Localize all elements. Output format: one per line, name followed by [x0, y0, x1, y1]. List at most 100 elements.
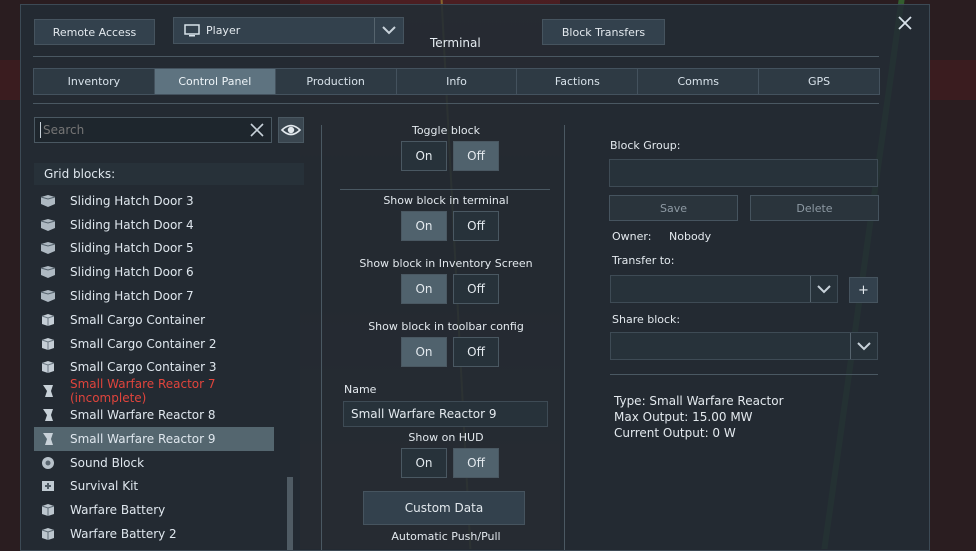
transfer-dropdown[interactable]	[610, 275, 838, 303]
tab-production[interactable]: Production	[274, 68, 397, 95]
tab-gps[interactable]: GPS	[758, 68, 881, 95]
battery-icon	[40, 527, 56, 541]
show-terminal-on-button[interactable]: On	[401, 211, 447, 241]
block-list-item-label: Small Cargo Container 3	[70, 360, 217, 375]
eye-icon	[280, 124, 302, 136]
chevron-down-icon	[810, 276, 837, 302]
show-toolbar-switch: On Off	[401, 337, 499, 367]
hatch-door-icon	[40, 241, 56, 255]
tab-inventory[interactable]: Inventory	[33, 68, 155, 95]
block-list-item[interactable]: Sound Block	[34, 451, 274, 475]
block-list-item[interactable]: Sliding Hatch Door 5	[34, 237, 274, 261]
transfer-add-button[interactable]: +	[849, 277, 878, 303]
left-divider	[321, 125, 322, 550]
tab-comms[interactable]: Comms	[637, 68, 760, 95]
name-input[interactable]: Small Warfare Reactor 9	[343, 401, 548, 427]
block-list-item[interactable]: Survival Kit	[34, 475, 274, 499]
block-list-item[interactable]: Small Cargo Container 3	[34, 356, 274, 380]
cargo-container-icon	[40, 313, 56, 327]
block-list-item[interactable]: Sliding Hatch Door 7	[34, 284, 274, 308]
block-list-item-label: Sliding Hatch Door 3	[70, 193, 194, 208]
block-list-scrollbar[interactable]	[287, 477, 293, 550]
block-list: Sliding Hatch Door 3 Sliding Hatch Door 4…	[34, 189, 274, 546]
toggle-block-switch: On Off	[401, 141, 499, 171]
share-label: Share block:	[612, 313, 681, 326]
block-list-item-label: Warfare Battery 2	[70, 527, 177, 542]
toggle-block-label: Toggle block	[411, 124, 481, 137]
player-select[interactable]: Player	[173, 17, 404, 44]
block-transfers-button[interactable]: Block Transfers	[542, 19, 665, 45]
block-list-item-label: Small Cargo Container 2	[70, 336, 217, 351]
info-divider	[610, 374, 878, 375]
block-list-item[interactable]: Small Cargo Container 2	[34, 332, 274, 356]
block-list-item[interactable]: Sliding Hatch Door 3	[34, 189, 274, 213]
delete-button[interactable]: Delete	[750, 195, 879, 221]
owner-value: Nobody	[669, 230, 712, 243]
block-list-item[interactable]: Sliding Hatch Door 6	[34, 260, 274, 284]
block-list-item[interactable]: Sliding Hatch Door 4	[34, 213, 274, 237]
owner-label: Owner:	[612, 230, 652, 243]
show-inventory-switch: On Off	[401, 274, 499, 304]
clear-search-icon[interactable]	[249, 122, 265, 138]
survival-kit-icon	[40, 479, 56, 493]
show-inventory-label: Show block in Inventory Screen	[359, 257, 533, 270]
block-list-item-label: Sliding Hatch Door 4	[70, 217, 194, 232]
custom-data-button[interactable]: Custom Data	[363, 491, 525, 525]
show-inventory-off-button[interactable]: Off	[453, 274, 499, 304]
search-box	[34, 117, 272, 143]
show-terminal-switch: On Off	[401, 211, 499, 241]
close-icon[interactable]	[898, 16, 912, 30]
sound-block-icon	[40, 456, 56, 470]
show-hud-label: Show on HUD	[408, 431, 484, 444]
auto-push-pull-label: Automatic Push/Pull	[391, 530, 501, 543]
block-list-item-label: Sliding Hatch Door 6	[70, 265, 194, 280]
show-terminal-off-button[interactable]: Off	[453, 211, 499, 241]
cargo-container-icon	[40, 337, 56, 351]
monitor-icon	[184, 24, 200, 37]
block-list-item[interactable]: Small Cargo Container	[34, 308, 274, 332]
share-dropdown[interactable]	[610, 332, 878, 360]
save-button[interactable]: Save	[609, 195, 738, 221]
right-divider	[564, 125, 565, 550]
remote-access-button[interactable]: Remote Access	[34, 19, 155, 45]
info-type: Type: Small Warfare Reactor	[614, 394, 784, 408]
reactor-icon	[40, 384, 56, 398]
block-info: Type: Small Warfare Reactor Max Output: …	[614, 393, 784, 441]
toggle-block-off-button[interactable]: Off	[453, 141, 499, 171]
show-hud-switch: On Off	[401, 448, 499, 478]
tab-factions[interactable]: Factions	[516, 68, 639, 95]
block-list-item-label: Sliding Hatch Door 5	[70, 241, 194, 256]
block-list-item-label: Small Warfare Reactor 7 (incomplete)	[70, 377, 216, 406]
toggle-block-on-button[interactable]: On	[401, 141, 447, 171]
block-list-item[interactable]: Warfare Battery	[34, 498, 274, 522]
tabs-divider	[33, 103, 879, 104]
block-list-item-label: Small Warfare Reactor 8	[70, 408, 216, 423]
show-toolbar-on-button[interactable]: On	[401, 337, 447, 367]
block-list-item-label: Warfare Battery	[70, 503, 166, 518]
hatch-door-icon	[40, 218, 56, 232]
block-group-label: Block Group:	[610, 139, 681, 152]
block-group-input[interactable]	[609, 159, 878, 187]
tab-info[interactable]: Info	[395, 68, 518, 95]
show-hud-on-button[interactable]: On	[401, 448, 447, 478]
block-list-item-label: Sound Block	[70, 455, 145, 470]
show-terminal-label: Show block in terminal	[383, 194, 509, 207]
show-inventory-on-button[interactable]: On	[401, 274, 447, 304]
block-list-item[interactable]: Warfare Battery 2	[34, 522, 274, 546]
block-list-item[interactable]: Small Warfare Reactor 8	[34, 403, 274, 427]
reactor-icon	[40, 432, 56, 446]
visibility-toggle-button[interactable]	[278, 117, 304, 143]
block-list-item[interactable]: Small Warfare Reactor 9	[34, 426, 274, 451]
info-max-output: Max Output: 15.00 MW	[614, 410, 753, 424]
tab-control-panel[interactable]: Control Panel	[153, 68, 276, 95]
grid-blocks-header: Grid blocks:	[34, 163, 304, 185]
search-input[interactable]	[41, 122, 245, 138]
show-toolbar-off-button[interactable]: Off	[453, 337, 499, 367]
block-list-item-label: Small Cargo Container	[70, 312, 206, 327]
hatch-door-icon	[40, 265, 56, 279]
show-hud-off-button[interactable]: Off	[453, 448, 499, 478]
block-list-item-label: Survival Kit	[70, 479, 139, 494]
block-list-item[interactable]: Small Warfare Reactor 7 (incomplete)	[34, 377, 274, 406]
transfer-label: Transfer to:	[612, 254, 675, 267]
chevron-down-icon[interactable]	[374, 18, 403, 43]
